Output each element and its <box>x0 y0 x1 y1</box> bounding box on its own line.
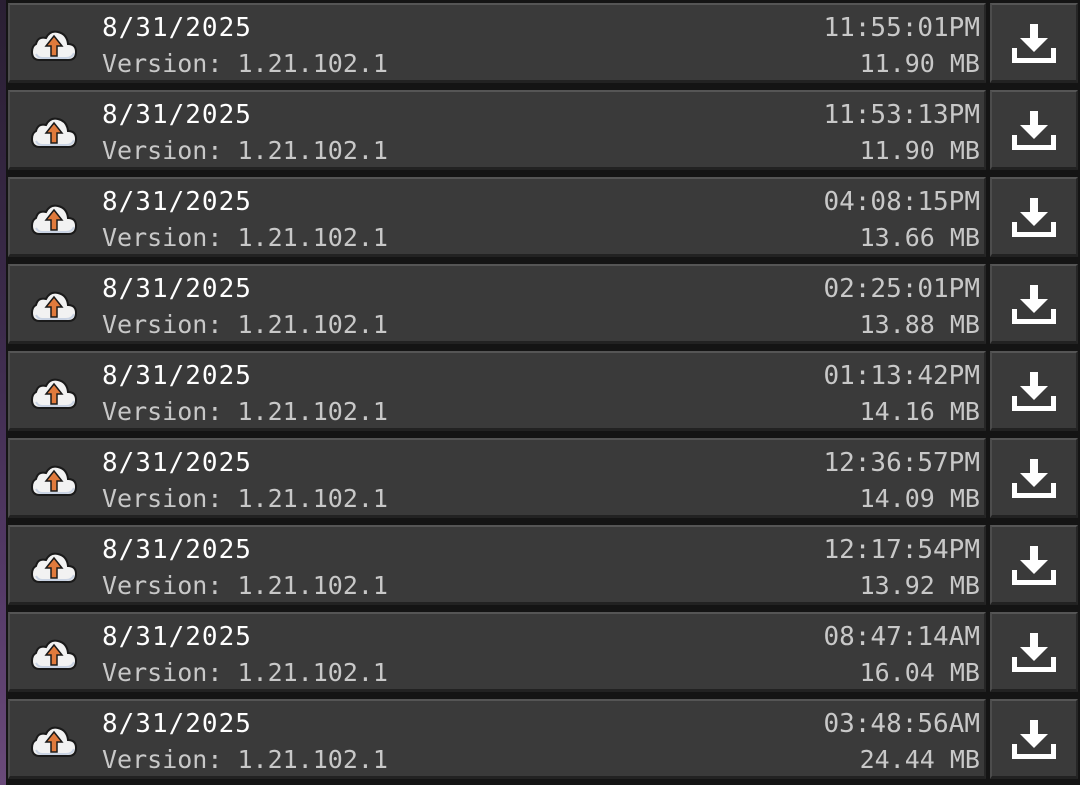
cloud-upload-icon <box>30 635 78 675</box>
backup-size: 13.92 MB <box>859 571 980 600</box>
backup-version: Version: 1.21.102.1 <box>102 484 388 513</box>
backup-entry[interactable]: 8/31/2025 Version: 1.21.102.1 02:25:01PM 13… <box>8 264 986 344</box>
download-button[interactable] <box>990 177 1078 257</box>
backup-time: 08:47:14AM <box>823 622 980 652</box>
backup-row[interactable]: 8/31/2025 Version: 1.21.102.1 11:53:13PM 11… <box>6 87 1080 171</box>
backup-entry[interactable]: 8/31/2025 Version: 1.21.102.1 08:47:14AM 16… <box>8 612 986 692</box>
backup-entry[interactable]: 8/31/2025 Version: 1.21.102.1 03:48:56AM 24… <box>8 699 986 779</box>
cloud-upload-icon <box>30 548 78 588</box>
backup-entry[interactable]: 8/31/2025 Version: 1.21.102.1 04:08:15PM 13… <box>8 177 986 257</box>
cloud-upload-icon <box>30 26 78 66</box>
backup-size: 24.44 MB <box>859 745 980 774</box>
backup-row[interactable]: 8/31/2025 Version: 1.21.102.1 03:48:56AM 24… <box>6 696 1080 780</box>
backup-time: 04:08:15PM <box>823 187 980 217</box>
cloud-upload-icon <box>30 722 78 762</box>
backup-entry[interactable]: 8/31/2025 Version: 1.21.102.1 12:17:54PM 13… <box>8 525 986 605</box>
backup-date: 8/31/2025 <box>102 361 252 391</box>
backup-version: Version: 1.21.102.1 <box>102 136 388 165</box>
cloud-upload-icon <box>30 461 78 501</box>
backup-version: Version: 1.21.102.1 <box>102 310 388 339</box>
backup-version: Version: 1.21.102.1 <box>102 49 388 78</box>
backup-version: Version: 1.21.102.1 <box>102 571 388 600</box>
backup-date: 8/31/2025 <box>102 709 252 739</box>
download-button[interactable] <box>990 699 1078 779</box>
backup-date: 8/31/2025 <box>102 448 252 478</box>
backup-date: 8/31/2025 <box>102 13 252 43</box>
download-button[interactable] <box>990 3 1078 83</box>
backup-date: 8/31/2025 <box>102 187 252 217</box>
cloud-upload-icon <box>30 113 78 153</box>
cloud-upload-icon <box>30 287 78 327</box>
download-button[interactable] <box>990 438 1078 518</box>
backup-entry[interactable]: 8/31/2025 Version: 1.21.102.1 01:13:42PM 14… <box>8 351 986 431</box>
backup-version: Version: 1.21.102.1 <box>102 397 388 426</box>
backup-date: 8/31/2025 <box>102 274 252 304</box>
backup-row[interactable]: 8/31/2025 Version: 1.21.102.1 01:13:42PM 14… <box>6 348 1080 432</box>
backup-row[interactable]: 8/31/2025 Version: 1.21.102.1 12:36:57PM 14… <box>6 435 1080 519</box>
cloud-upload-icon <box>30 374 78 414</box>
backup-time: 03:48:56AM <box>823 709 980 739</box>
backup-size: 13.66 MB <box>859 223 980 252</box>
backup-size: 16.04 MB <box>859 658 980 687</box>
backup-size: 13.88 MB <box>859 310 980 339</box>
backup-version: Version: 1.21.102.1 <box>102 658 388 687</box>
backup-row[interactable]: 8/31/2025 Version: 1.21.102.1 12:17:54PM 13… <box>6 522 1080 606</box>
backup-time: 02:25:01PM <box>823 274 980 304</box>
backup-size: 14.16 MB <box>859 397 980 426</box>
backup-size: 11.90 MB <box>859 49 980 78</box>
backup-date: 8/31/2025 <box>102 100 252 130</box>
backup-row[interactable]: 8/31/2025 Version: 1.21.102.1 02:25:01PM 13… <box>6 261 1080 345</box>
backup-time: 01:13:42PM <box>823 361 980 391</box>
backup-entry[interactable]: 8/31/2025 Version: 1.21.102.1 12:36:57PM 14… <box>8 438 986 518</box>
backup-list: 8/31/2025 Version: 1.21.102.1 11:55:01PM 11… <box>6 0 1080 785</box>
backup-version: Version: 1.21.102.1 <box>102 745 388 774</box>
download-button[interactable] <box>990 351 1078 431</box>
download-button[interactable] <box>990 525 1078 605</box>
backup-row[interactable]: 8/31/2025 Version: 1.21.102.1 04:08:15PM 13… <box>6 174 1080 258</box>
backup-version: Version: 1.21.102.1 <box>102 223 388 252</box>
backup-entry[interactable]: 8/31/2025 Version: 1.21.102.1 11:55:01PM 11… <box>8 3 986 83</box>
download-button[interactable] <box>990 612 1078 692</box>
backup-time: 11:53:13PM <box>823 100 980 130</box>
backup-row[interactable]: 8/31/2025 Version: 1.21.102.1 11:55:01PM 11… <box>6 0 1080 84</box>
backup-entry[interactable]: 8/31/2025 Version: 1.21.102.1 11:53:13PM 11… <box>8 90 986 170</box>
backup-time: 12:17:54PM <box>823 535 980 565</box>
cloud-upload-icon <box>30 200 78 240</box>
download-button[interactable] <box>990 90 1078 170</box>
backup-size: 14.09 MB <box>859 484 980 513</box>
backup-date: 8/31/2025 <box>102 622 252 652</box>
download-button[interactable] <box>990 264 1078 344</box>
backup-date: 8/31/2025 <box>102 535 252 565</box>
backup-row[interactable]: 8/31/2025 Version: 1.21.102.1 08:47:14AM 16… <box>6 609 1080 693</box>
backup-size: 11.90 MB <box>859 136 980 165</box>
backup-time: 12:36:57PM <box>823 448 980 478</box>
backup-time: 11:55:01PM <box>823 13 980 43</box>
